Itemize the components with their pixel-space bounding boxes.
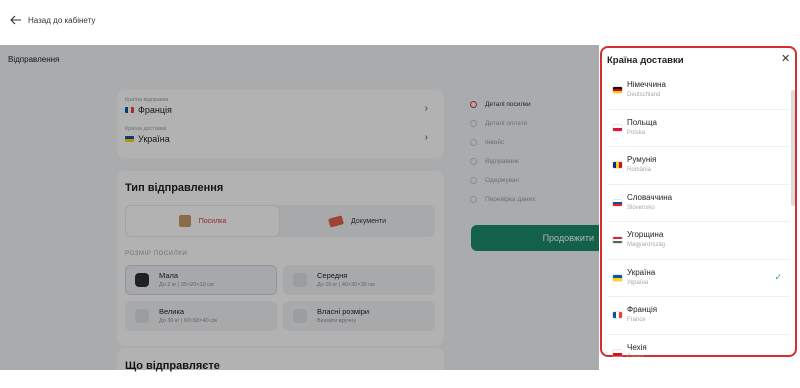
country-native-name: France [627, 317, 646, 323]
country-item[interactable]: Україна Україна ✓ [607, 260, 790, 297]
country-native-name: Česko [627, 355, 644, 358]
country-item[interactable]: Угорщина Magyarország [607, 222, 790, 260]
country-name: Франція [627, 305, 658, 314]
country-name: Румунія [627, 155, 657, 164]
flag-icon [613, 312, 622, 318]
check-icon: ✓ [774, 271, 782, 282]
flag-icon [613, 237, 622, 243]
country-native-name: Polska [627, 129, 646, 136]
country-name: Чехія [627, 342, 647, 352]
country-native-name: Deutschland [627, 92, 661, 98]
country-item[interactable]: Польща Polska [607, 110, 790, 147]
close-icon[interactable]: ✕ [781, 54, 790, 65]
flag-icon [613, 349, 622, 356]
flag-icon [613, 87, 622, 93]
country-name: Україна [627, 267, 656, 277]
country-name: Німеччина [627, 80, 666, 89]
panel-title: Країна доставки [607, 55, 684, 66]
country-item[interactable]: Чехія Česko [607, 335, 790, 358]
country-item[interactable]: Франція France [607, 297, 790, 335]
back-link[interactable]: Назад до кабінету [10, 15, 95, 25]
flag-icon [613, 162, 622, 168]
top-bar: Назад до кабінету [0, 0, 800, 45]
country-name: Угорщина [627, 230, 664, 239]
flag-icon [613, 274, 622, 281]
country-item[interactable]: Словаччина Slovensko [607, 185, 790, 222]
country-item[interactable]: Німеччина Deutschland [607, 72, 790, 110]
back-link-label: Назад до кабінету [28, 15, 96, 25]
country-name: Словаччина [627, 192, 673, 202]
country-native-name: Magyarország [627, 242, 666, 248]
country-list: Німеччина Deutschland Польща Polska Румунія R… [607, 72, 790, 357]
country-native-name: România [627, 167, 652, 173]
country-item[interactable]: Румунія România [607, 147, 790, 185]
country-native-name: Slovensko [627, 204, 655, 211]
country-name: Польща [627, 117, 657, 127]
scrollbar[interactable] [791, 90, 795, 206]
flag-icon [613, 124, 622, 131]
arrow-left-icon [10, 15, 21, 25]
flag-icon [613, 199, 622, 206]
country-native-name: Україна [627, 279, 649, 286]
